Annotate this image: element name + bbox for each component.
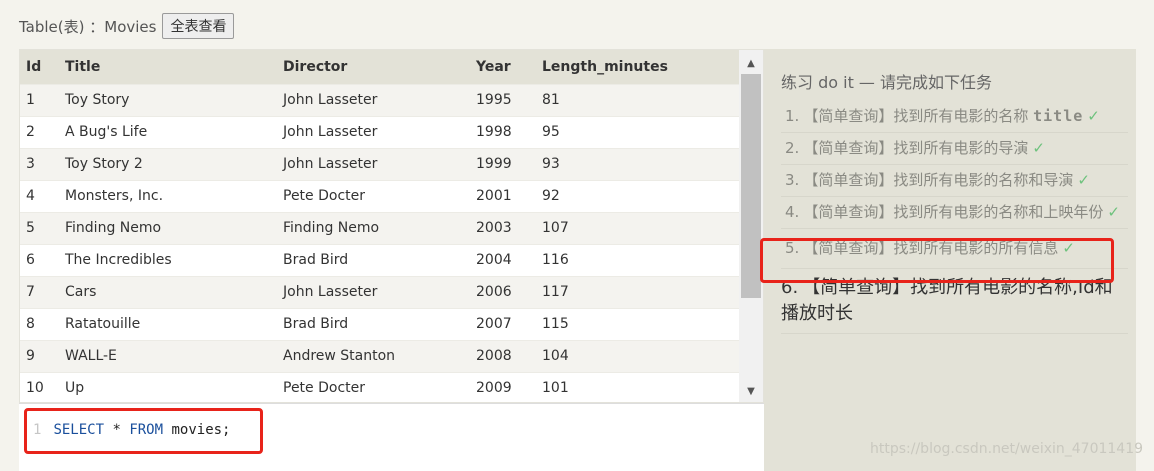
cell-year: 1998 (470, 115, 536, 148)
cell-length: 95 (536, 115, 740, 148)
table-row: 8 Ratatouille Brad Bird 2007 115 (20, 307, 740, 340)
cell-length: 93 (536, 147, 740, 180)
task-list: 1. 【简单查询】找到所有电影的名称 title ✓ 2. 【简单查询】找到所有电影的… (781, 101, 1128, 334)
task-panel: 练习 do it — 请完成如下任务 1. 【简单查询】找到所有电影的名称 tit… (764, 49, 1136, 471)
check-icon: ✓ (1032, 139, 1045, 157)
cell-year: 2007 (470, 307, 536, 340)
task-item-1: 1. 【简单查询】找到所有电影的名称 title ✓ (781, 101, 1128, 133)
table-row: 6 The Incredibles Brad Bird 2004 116 (20, 243, 740, 276)
triangle-up-icon[interactable]: ▲ (739, 52, 763, 74)
cell-year: 2009 (470, 371, 536, 402)
cell-id: 8 (20, 307, 59, 340)
watermark: https://blog.csdn.net/weixin_47011419 (870, 441, 1144, 457)
cell-id: 1 (20, 83, 59, 116)
cell-director: Brad Bird (277, 307, 470, 340)
cell-id: 6 (20, 243, 59, 276)
cell-title: Ratatouille (59, 307, 277, 340)
cell-length: 81 (536, 83, 740, 116)
task-item-4: 4. 【简单查询】找到所有电影的名称和上映年份 ✓ (781, 197, 1128, 229)
cell-year: 2008 (470, 339, 536, 372)
check-icon: ✓ (1087, 107, 1100, 125)
cell-director: John Lasseter (277, 147, 470, 180)
line-number: 1 (33, 422, 42, 438)
sql-editor[interactable]: 1 SELECT * FROM movies; (19, 403, 764, 471)
cell-title: Toy Story (59, 83, 277, 116)
cell-id: 2 (20, 115, 59, 148)
cell-length: 117 (536, 275, 740, 308)
check-icon: ✓ (1107, 203, 1120, 221)
task-code-title: title (1033, 107, 1084, 125)
scrollbar-thumb[interactable] (741, 74, 761, 298)
cell-length: 107 (536, 211, 740, 244)
cell-title: A Bug's Life (59, 115, 277, 148)
table-row: 3 Toy Story 2 John Lasseter 1999 93 (20, 147, 740, 180)
cell-id: 10 (20, 371, 59, 402)
cell-director: John Lasseter (277, 275, 470, 308)
table-row: 10 Up Pete Docter 2009 101 (20, 371, 740, 402)
cell-length: 104 (536, 339, 740, 372)
column-header-year: Year (470, 50, 536, 84)
cell-year: 2003 (470, 211, 536, 244)
table-scrollbar[interactable]: ▲ ▼ (739, 50, 763, 402)
cell-title: Finding Nemo (59, 211, 277, 244)
cell-id: 7 (20, 275, 59, 308)
triangle-down-icon[interactable]: ▼ (739, 380, 763, 402)
cell-id: 3 (20, 147, 59, 180)
task-item-current: 6. 【简单查询】找到所有电影的名称,Id和播放时长 (781, 269, 1128, 334)
cell-length: 92 (536, 179, 740, 212)
cell-director: Finding Nemo (277, 211, 470, 244)
code-line[interactable]: 1 SELECT * FROM movies; (33, 422, 231, 438)
cell-title: The Incredibles (59, 243, 277, 276)
cell-year: 1999 (470, 147, 536, 180)
cell-title: Monsters, Inc. (59, 179, 277, 212)
table-row: 2 A Bug's Life John Lasseter 1998 95 (20, 115, 740, 148)
table-row: 5 Finding Nemo Finding Nemo 2003 107 (20, 211, 740, 244)
task-item-3: 3. 【简单查询】找到所有电影的名称和导演 ✓ (781, 165, 1128, 197)
cell-year: 2006 (470, 275, 536, 308)
cell-title: WALL-E (59, 339, 277, 372)
check-icon: ✓ (1062, 239, 1075, 257)
cell-length: 115 (536, 307, 740, 340)
check-icon: ✓ (1077, 171, 1090, 189)
cell-director: Andrew Stanton (277, 339, 470, 372)
column-header-length: Length_minutes (536, 50, 740, 84)
cell-director: John Lasseter (277, 83, 470, 116)
cell-director: Pete Docter (277, 371, 470, 402)
cell-id: 4 (20, 179, 59, 212)
table-title-bar: Table(表) ：Movies 全表查看 (19, 13, 235, 39)
table-panel: Id Title Director Year Length_minutes 1 … (19, 49, 764, 403)
cell-year: 2001 (470, 179, 536, 212)
cell-id: 9 (20, 339, 59, 372)
table-header-row: Id Title Director Year Length_minutes (20, 50, 740, 84)
table-row: 9 WALL-E Andrew Stanton 2008 104 (20, 339, 740, 372)
cell-title: Cars (59, 275, 277, 308)
table-row: 7 Cars John Lasseter 2006 117 (20, 275, 740, 308)
cell-director: John Lasseter (277, 115, 470, 148)
cell-director: Pete Docter (277, 179, 470, 212)
task-item-5: 5. 【简单查询】找到所有电影的所有信息 ✓ (781, 229, 1128, 269)
cell-length: 101 (536, 371, 740, 402)
task-header: 练习 do it — 请完成如下任务 (781, 73, 993, 92)
column-header-id: Id (20, 50, 59, 84)
table-title: Table(表) ：Movies (19, 17, 157, 36)
table-row: 1 Toy Story John Lasseter 1995 81 (20, 83, 740, 116)
task-item-2: 2. 【简单查询】找到所有电影的导演 ✓ (781, 133, 1128, 165)
table-name: movies; (171, 422, 231, 438)
cell-title: Up (59, 371, 277, 402)
cell-year: 2004 (470, 243, 536, 276)
table-row: 4 Monsters, Inc. Pete Docter 2001 92 (20, 179, 740, 212)
cell-year: 1995 (470, 83, 536, 116)
cell-id: 5 (20, 211, 59, 244)
movies-table: Id Title Director Year Length_minutes 1 … (20, 50, 740, 402)
keyword-from: FROM (129, 422, 164, 438)
column-header-title: Title (59, 50, 277, 84)
column-header-director: Director (277, 50, 470, 84)
cell-director: Brad Bird (277, 243, 470, 276)
keyword-select: SELECT (53, 422, 105, 438)
select-star: * (112, 422, 121, 438)
show-all-button[interactable]: 全表查看 (162, 13, 235, 39)
cell-length: 116 (536, 243, 740, 276)
cell-title: Toy Story 2 (59, 147, 277, 180)
